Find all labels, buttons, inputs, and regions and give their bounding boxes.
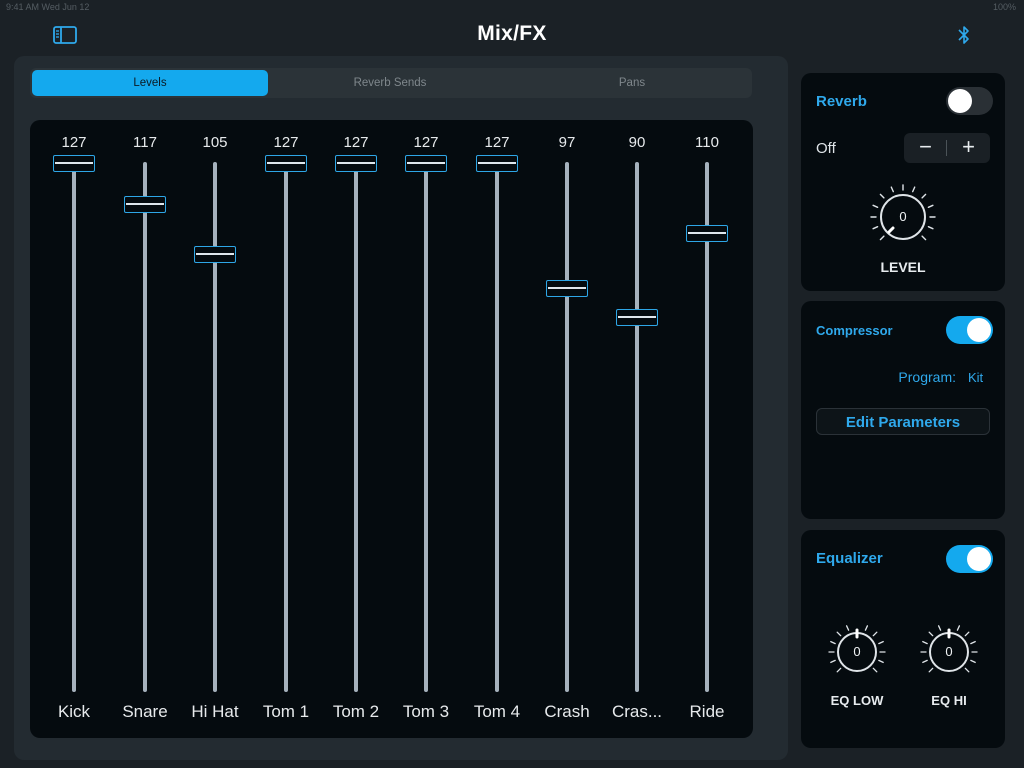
channel-value: 127 (484, 134, 510, 151)
eq-low-label: EQ LOW (830, 693, 884, 708)
fader-thumb[interactable] (616, 308, 658, 326)
channel-value: 127 (343, 134, 369, 151)
fader-track[interactable] (495, 162, 499, 692)
reverb-title: Reverb (816, 93, 867, 110)
fader-thumb[interactable] (124, 196, 166, 214)
channel-value: 90 (628, 134, 646, 151)
channel-label: Hi Hat (191, 702, 239, 721)
toggle-knob (967, 318, 991, 342)
status-bar: 9:41 AM Wed Jun 12 100% (0, 0, 1024, 14)
fader-thumb[interactable] (546, 279, 588, 297)
channel-label: Ride (689, 702, 725, 721)
channel-strip: 127 Tom 3 (391, 120, 461, 738)
channel-strip: 127 Kick (39, 120, 109, 738)
fader-thumb[interactable] (405, 154, 447, 172)
knob-value: 0 (899, 209, 907, 224)
channel-value: 105 (202, 134, 228, 151)
nav-bar: Mix/FX (0, 14, 1024, 56)
channel-strip: 110 Ride (672, 120, 742, 738)
channel-strip: 105 Hi Hat (180, 120, 250, 738)
eq-hi-label: EQ HI (931, 693, 967, 708)
equalizer-toggle[interactable] (946, 545, 993, 573)
reverb-toggle[interactable] (946, 87, 993, 115)
channel-value: 97 (558, 134, 576, 151)
compressor-title: Compressor (816, 323, 893, 338)
eq-hi-knob[interactable]: 0 (917, 620, 981, 684)
channel-value: 117 (133, 134, 157, 151)
channel-strip: 127 Tom 4 (462, 120, 532, 738)
fader-thumb[interactable] (265, 154, 307, 172)
status-battery: 100% (992, 2, 1016, 12)
fader-thumb[interactable] (686, 225, 728, 243)
reverb-stepper: − + (904, 133, 990, 163)
fader-track[interactable] (213, 162, 217, 692)
bluetooth-button[interactable] (954, 23, 974, 47)
toggle-knob (948, 89, 972, 113)
equalizer-title: Equalizer (816, 550, 883, 567)
decrement-button[interactable]: − (904, 133, 947, 163)
channel-strip: 117 Snare (110, 120, 180, 738)
tab-bar: Levels Reverb Sends Pans (30, 68, 752, 98)
tab-pans[interactable]: Pans (514, 70, 750, 96)
fader-track[interactable] (635, 162, 639, 692)
fader-thumb[interactable] (53, 154, 95, 172)
fader-track[interactable] (72, 162, 76, 692)
channel-label: Kick (57, 702, 91, 721)
page-title: Mix/FX (477, 22, 547, 45)
reverb-preset-value: Off (816, 140, 836, 157)
compressor-toggle[interactable] (946, 316, 993, 344)
edit-parameters-button[interactable]: Edit Parameters (816, 408, 990, 435)
program-select[interactable]: Kit (968, 370, 983, 385)
channel-strip: 127 Tom 2 (321, 120, 391, 738)
knob-value: 0 (853, 644, 861, 659)
knob-value: 0 (945, 644, 953, 659)
channel-value: 127 (273, 134, 299, 151)
mixer-panel: 127 Kick 117 Snare 105 Hi Hat 127 Tom 1 … (30, 120, 753, 738)
eq-low-knob[interactable]: 0 (825, 620, 889, 684)
channel-value: 127 (61, 134, 87, 151)
channel-strip: 127 Tom 1 (251, 120, 321, 738)
fader-track[interactable] (354, 162, 358, 692)
channel-strip: 90 Cras... (602, 120, 672, 738)
fader-thumb[interactable] (335, 154, 377, 172)
reverb-level-label: LEVEL (880, 259, 926, 275)
tab-levels[interactable]: Levels (32, 70, 268, 96)
bluetooth-icon (958, 26, 969, 44)
tab-reverb-sends[interactable]: Reverb Sends (272, 70, 508, 96)
fader-track[interactable] (284, 162, 288, 692)
fader-track[interactable] (143, 162, 147, 692)
fader-thumb[interactable] (194, 246, 236, 264)
status-time: 9:41 AM Wed Jun 12 (6, 2, 90, 12)
fader-track[interactable] (424, 162, 428, 692)
reverb-level-knob[interactable]: 0 (866, 180, 940, 254)
fader-track[interactable] (565, 162, 569, 692)
increment-button[interactable]: + (947, 133, 990, 163)
fader-thumb[interactable] (476, 154, 518, 172)
program-label: Program: (898, 369, 956, 385)
toggle-knob (967, 547, 991, 571)
channel-value: 110 (695, 134, 719, 151)
channel-value: 127 (413, 134, 439, 151)
channel-label: Tom 3 (402, 702, 450, 721)
channel-strip: 97 Crash (532, 120, 602, 738)
